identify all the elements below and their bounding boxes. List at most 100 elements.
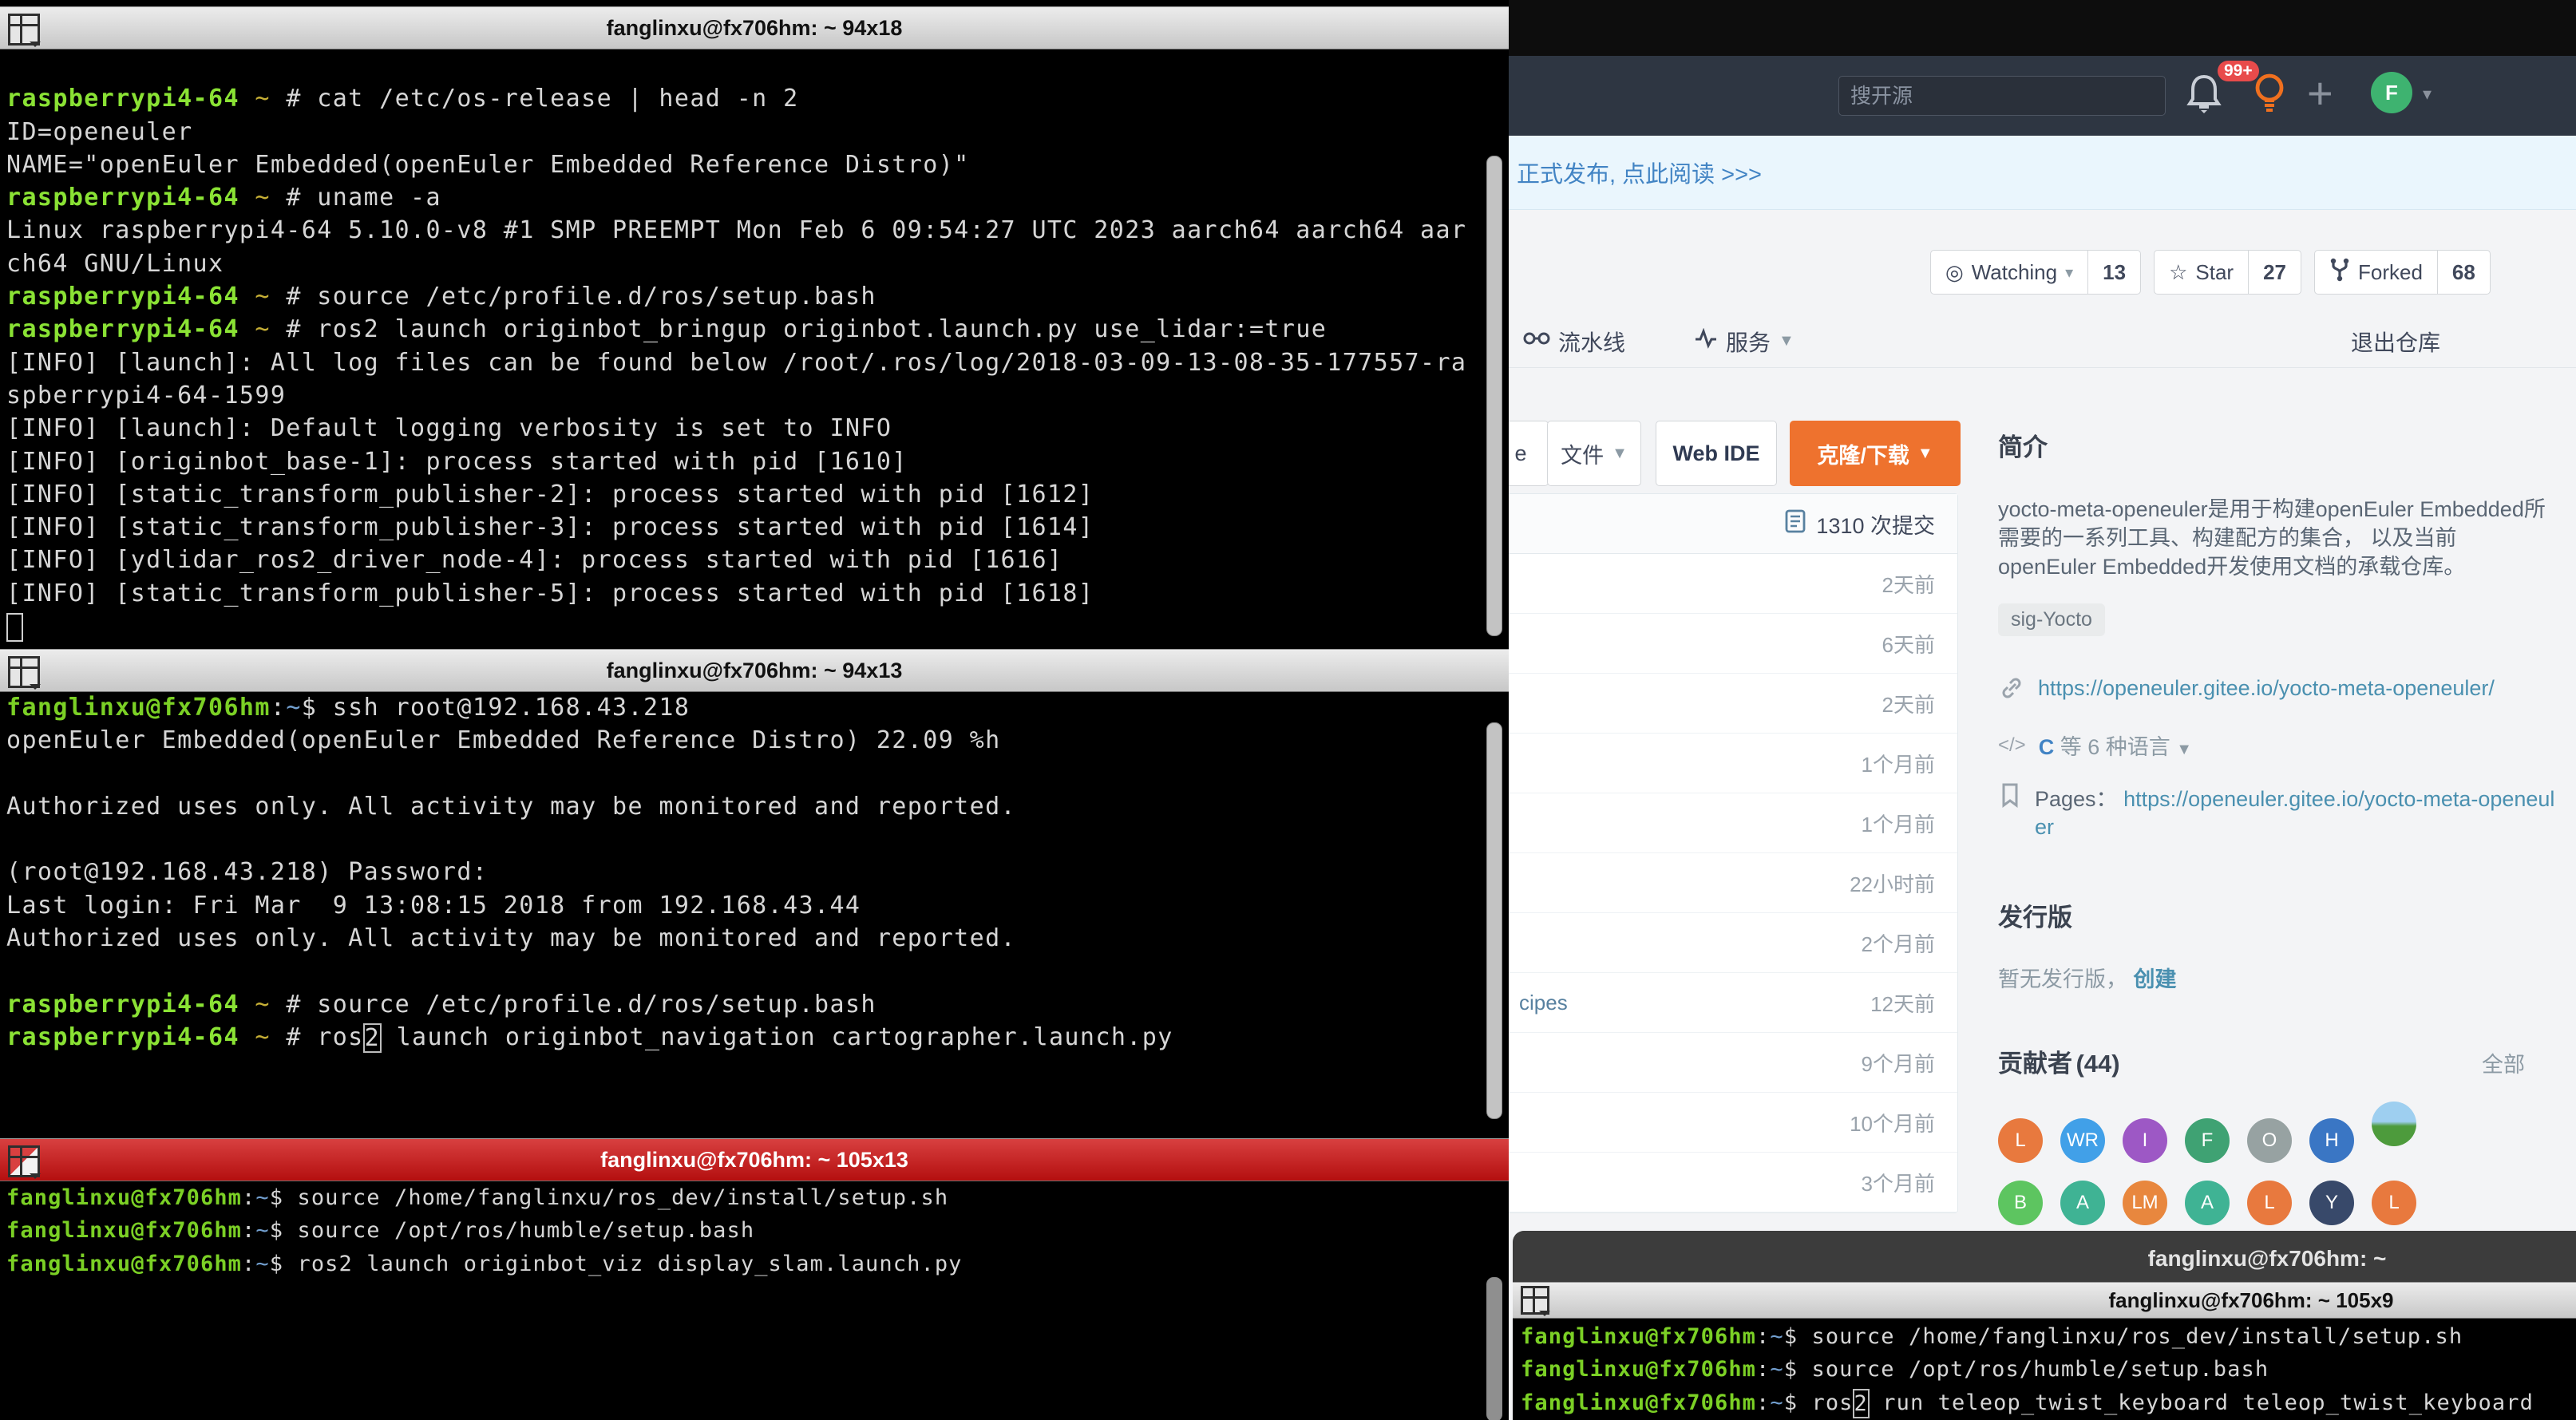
file-name[interactable]: cipes [1519,991,1568,1015]
clone-download-button[interactable]: 克隆/下载▼ [1790,421,1961,486]
contributor-avatar[interactable]: O [2247,1118,2292,1163]
terminal-3-content[interactable]: fanglinxu@fx706hm:~$ source /home/fangli… [6,1181,1482,1280]
contributor-avatar[interactable]: I [2123,1118,2167,1163]
contributor-avatar[interactable]: Y [2309,1181,2354,1225]
terminal-1-titlebar[interactable]: fanglinxu@fx706hm: ~ 94x18 [0,6,1509,49]
repo-action-buttons: ◎ Watching ▾ 13 ☆ Star 27 Forked [1930,250,2491,295]
files-dropdown-button[interactable]: 文件▼ [1547,421,1641,486]
fork-count[interactable]: 68 [2438,251,2490,294]
file-row[interactable]: cipes12天前 [1509,973,1957,1033]
contributor-avatar[interactable]: L [2247,1181,2292,1225]
window-menu-icon[interactable] [8,656,40,688]
browser-gitee-page: 99+ + F ▾ 正式发布, 点此阅读 >>> ◎ Watching ▾ 13 [1509,0,2576,1420]
web-ide-button[interactable]: Web IDE [1656,421,1777,486]
terminal-4-back-title: fanglinxu@fx706hm: ~ [2148,1246,2387,1272]
contributor-avatar[interactable]: L [2372,1181,2416,1225]
commits-count-link[interactable]: 1310 次提交 [1816,508,1935,540]
terminal-5-titlebar[interactable]: fanglinxu@fx706hm: ~ 105x9 [1513,1282,2576,1319]
terminal-line: Authorized uses only. All activity may b… [6,922,1482,955]
file-row[interactable]: 22小时前 [1509,853,1957,913]
file-row[interactable]: 9个月前 [1509,1033,1957,1093]
tab-services[interactable]: 服务 ▼ [1694,323,1794,359]
file-row[interactable]: 2天前 [1509,554,1957,614]
terminal-5-content[interactable]: fanglinxu@fx706hm:~$ source /home/fangli… [1521,1320,2576,1419]
star-icon: ☆ [2169,260,2187,285]
window-menu-icon[interactable] [8,1145,40,1177]
contributors-count: (44) [2075,1050,2119,1078]
window-menu-icon[interactable] [8,14,40,45]
terminal-3-scrollbar[interactable] [1486,1277,1502,1420]
chevron-down-icon: ▼ [1779,332,1794,350]
terminal-line [6,610,1482,643]
terminal-line [6,757,1482,790]
terminal-3-titlebar[interactable]: fanglinxu@fx706hm: ~ 105x13 [0,1138,1509,1181]
search-input[interactable] [1838,76,2166,116]
terminal-line [6,955,1482,987]
window-menu-icon[interactable] [1521,1286,1549,1315]
star-button[interactable]: ☆ Star [2155,251,2249,294]
chevron-down-icon: ▼ [1612,445,1628,463]
terminal-line: Linux raspberrypi4-64 5.10.0-v8 #1 SMP P… [6,214,1482,247]
star-count[interactable]: 27 [2249,251,2301,294]
file-row[interactable]: 1个月前 [1509,734,1957,793]
file-row[interactable]: 3个月前 [1509,1153,1957,1212]
fork-button[interactable]: Forked [2315,251,2438,294]
terminal-line: [INFO] [launch]: Default logging verbosi… [6,412,1482,445]
repo-sidebar: 简介 yocto-meta-openeuler是用于构建openEuler Em… [1998,407,2557,1243]
contributor-avatar[interactable]: LM [2123,1181,2167,1225]
releases-empty-text: 暂无发行版， [1998,967,2127,991]
commit-time: 9个月前 [1862,1048,1935,1078]
watch-count[interactable]: 13 [2088,251,2140,294]
language-link[interactable]: C [2039,735,2055,759]
contributor-avatar-photo[interactable] [2372,1102,2416,1146]
chevron-down-icon[interactable]: ▾ [2423,84,2432,105]
file-row[interactable]: 6天前 [1509,614,1957,674]
plus-icon[interactable]: + [2307,67,2333,119]
terminal-line: ch64 GNU/Linux [6,247,1482,280]
file-row[interactable]: 10个月前 [1509,1093,1957,1153]
code-icon: </> [1998,734,2026,757]
website-link[interactable]: https://openeuler.gitee.io/yocto-meta-op… [2038,674,2495,702]
contributor-avatar[interactable]: WR [2060,1118,2105,1163]
branch-select-button-partial[interactable]: e [1509,421,1549,486]
tab-pipeline[interactable]: 流水线 [1523,323,1625,359]
exit-repo-link[interactable]: 退出仓库 [2351,323,2440,359]
terminal-2-content[interactable]: fanglinxu@fx706hm:~$ ssh root@192.168.43… [6,691,1482,1120]
user-avatar[interactable]: F [2371,72,2412,113]
bell-icon[interactable] [2183,70,2225,119]
commits-header: 1310 次提交 [1509,494,1957,554]
file-row[interactable]: 1个月前 [1509,793,1957,853]
terminal-window-4-background[interactable]: fanglinxu@fx706hm: ~ [1513,1231,2576,1287]
terminal-line: ID=openeuler [6,116,1482,148]
pipeline-icon [1523,328,1550,354]
terminal-line: fanglinxu@fx706hm:~$ source /home/fangli… [6,1181,1482,1214]
announcement-banner[interactable]: 正式发布, 点此阅读 >>> [1509,136,2576,210]
terminal-1-title: fanglinxu@fx706hm: ~ 94x18 [607,16,903,41]
contributor-avatar[interactable]: H [2309,1118,2354,1163]
contributor-avatar[interactable]: F [2185,1118,2230,1163]
commit-time: 2天前 [1882,689,1935,718]
notification-badge: 99+ [2218,61,2259,81]
contributor-avatar[interactable]: A [2185,1181,2230,1225]
terminal-window-5: fanglinxu@fx706hm: ~ 105x9 fanglinxu@fx7… [1513,1282,2576,1420]
terminal-1-content[interactable]: raspberrypi4-64 ~ # cat /etc/os-release … [6,49,1482,643]
contributors-all-link[interactable]: 全部 [2482,1047,2525,1078]
watch-button[interactable]: ◎ Watching ▾ [1931,251,2088,294]
create-release-link[interactable]: 创建 [2134,967,2177,991]
fork-icon [2329,258,2350,287]
contributor-avatar[interactable]: L [1998,1118,2043,1163]
file-row[interactable]: 2天前 [1509,674,1957,734]
terminal-line: openEuler Embedded(openEuler Embedded Re… [6,724,1482,757]
terminal-2-titlebar[interactable]: fanglinxu@fx706hm: ~ 94x13 [0,649,1509,692]
terminal-2-scrollbar[interactable] [1486,722,1502,1119]
terminal-line [6,1087,1482,1120]
banner-link[interactable]: 正式发布, 点此阅读 >>> [1517,156,1762,189]
terminal-line: fanglinxu@fx706hm:~$ ros2 run teleop_twi… [1521,1386,2576,1419]
file-row[interactable]: 2个月前 [1509,913,1957,973]
sig-tag[interactable]: sig-Yocto [1998,603,2105,636]
language-rest[interactable]: 等 6 种语言 [2060,735,2170,759]
terminal-1-scrollbar[interactable] [1486,156,1502,636]
contributor-avatar[interactable]: B [1998,1181,2043,1225]
contributor-avatar[interactable]: A [2060,1181,2105,1225]
gitee-header: 99+ + F ▾ [1509,56,2576,136]
